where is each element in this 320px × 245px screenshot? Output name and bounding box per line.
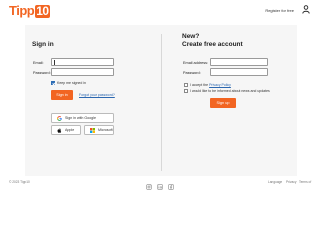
- text-cursor: [54, 60, 55, 65]
- keep-signed-in-label: Keep me signed in: [57, 81, 86, 85]
- google-button-label: Sign in with Google: [65, 116, 96, 120]
- apple-signin-button[interactable]: Apple: [51, 125, 81, 135]
- microsoft-signin-button[interactable]: Microsoft: [84, 125, 114, 135]
- accept-privacy-checkbox[interactable]: [184, 83, 188, 87]
- instagram-icon[interactable]: [146, 184, 152, 190]
- apple-icon: [57, 128, 62, 133]
- facebook-icon[interactable]: [168, 184, 174, 190]
- signin-email-label: Email:: [33, 61, 44, 65]
- signin-password-label: Password:: [33, 71, 51, 75]
- signup-password-label: Password:: [183, 71, 201, 75]
- privacy-policy-link[interactable]: Privacy Policy: [209, 83, 231, 87]
- signup-email-input[interactable]: [210, 58, 268, 66]
- forgot-password-link[interactable]: Forgot your password?: [79, 93, 115, 97]
- google-icon: [57, 116, 62, 121]
- logo-number: 10: [35, 4, 50, 18]
- linkedin-icon[interactable]: [157, 184, 163, 190]
- google-signin-button[interactable]: Sign in with Google: [51, 113, 114, 123]
- sign-in-button[interactable]: Sign in: [51, 90, 73, 100]
- panel-divider: [161, 34, 162, 171]
- signin-email-input[interactable]: [51, 58, 114, 66]
- copyright-text: © 2023 Tipp10: [9, 180, 30, 184]
- logo-text: Tipp: [9, 3, 35, 18]
- terms-link[interactable]: Terms of: [299, 180, 311, 184]
- privacy-link[interactable]: Privacy: [286, 180, 296, 184]
- microsoft-button-label: Microsoft: [98, 128, 113, 132]
- accept-privacy-text: I accept the Privacy Policy: [190, 83, 231, 87]
- signup-password-input[interactable]: [210, 68, 268, 76]
- sign-up-button[interactable]: Sign up: [210, 98, 236, 108]
- news-updates-label: I would like to be informed about news a…: [190, 89, 270, 93]
- register-link[interactable]: Register for free: [265, 8, 294, 13]
- signup-title-line1: New?: [182, 33, 200, 40]
- signup-title-line2: Create free account: [182, 40, 243, 48]
- user-icon[interactable]: [302, 5, 310, 14]
- signin-password-input[interactable]: [51, 68, 114, 76]
- signin-title: Sign in: [32, 41, 54, 48]
- signup-title: New? Create free account: [182, 33, 243, 48]
- keep-signed-in-checkbox[interactable]: [51, 81, 55, 85]
- accept-prefix: I accept the: [190, 83, 209, 87]
- apple-button-label: Apple: [65, 128, 75, 132]
- signup-email-label: Email address:: [183, 61, 209, 65]
- news-updates-checkbox[interactable]: [184, 89, 188, 93]
- language-link[interactable]: Language: [268, 180, 282, 184]
- tipp10-logo[interactable]: Tipp 10: [9, 3, 50, 18]
- top-bar: Tipp 10 Register for free: [0, 0, 320, 22]
- microsoft-icon: [90, 128, 95, 133]
